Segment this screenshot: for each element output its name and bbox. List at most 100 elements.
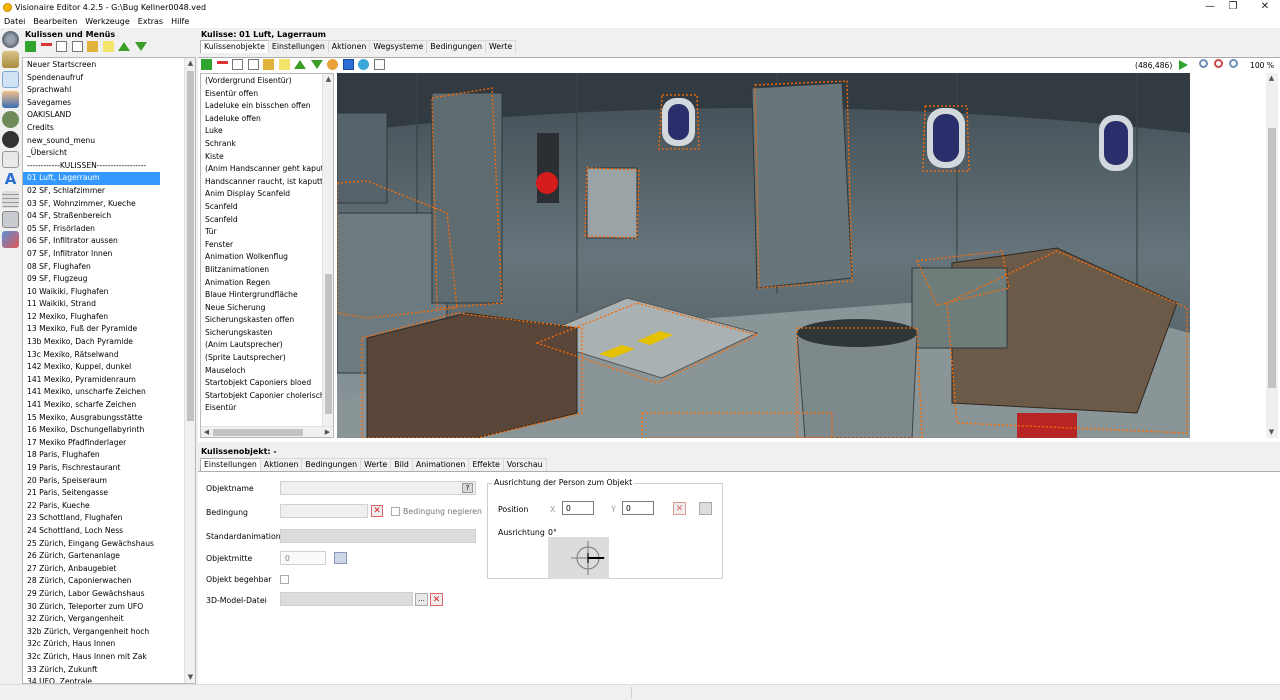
scene-object-item[interactable]: Ladeluke offen [201, 113, 333, 126]
objects-scroll-right[interactable]: ▶ [322, 427, 333, 437]
scene-object-item[interactable]: Startobjekt Caponier cholerisch [201, 390, 333, 403]
add-object-icon[interactable] [201, 59, 212, 70]
zoom-reset-icon[interactable] [1214, 59, 1223, 68]
canvas-scroll-up[interactable]: ▲ [1266, 73, 1277, 84]
pick-center-icon[interactable] [334, 552, 347, 564]
scene-list-item[interactable]: 24 Schottland, Loch Ness [23, 525, 195, 538]
object-copy-icon[interactable] [247, 59, 259, 70]
scene-list-item[interactable]: 23 Schottland, Flughafen [23, 512, 195, 525]
clear-condition-icon[interactable]: ✕ [371, 505, 383, 517]
negate-condition-checkbox[interactable] [391, 507, 400, 516]
clear-model-icon[interactable]: ✕ [430, 593, 443, 606]
menu-edit[interactable]: Bearbeiten [29, 15, 81, 26]
scene-list-item[interactable]: 01 Luft, Lagerraum [23, 172, 160, 185]
menu-file[interactable]: Datei [0, 15, 29, 26]
image-icon[interactable] [374, 59, 386, 70]
zoom-in-icon[interactable] [1199, 59, 1208, 68]
condition-select[interactable] [280, 504, 368, 518]
export-icon[interactable] [2, 231, 19, 248]
position-x-input[interactable]: 0 [562, 501, 594, 515]
scene-list-item[interactable]: 03 SF, Wohnzimmer, Kueche [23, 198, 195, 211]
scene-object-item[interactable]: Neue Sicherung [201, 302, 333, 315]
scene-list-item[interactable]: 142 Mexiko, Kuppel, dunkel [23, 361, 195, 374]
gamepad-icon[interactable] [2, 111, 19, 128]
scene-list-item[interactable]: 141 Mexiko, unscharfe Zeichen [23, 386, 195, 399]
scene-object-item[interactable]: Tür [201, 226, 333, 239]
list-icon[interactable] [2, 191, 19, 208]
menu-help[interactable]: Hilfe [167, 15, 193, 26]
scene-object-item[interactable]: Eisentür offen [201, 88, 333, 101]
help-icon[interactable]: ? [462, 483, 473, 493]
scene-object-item[interactable]: Sicherungskasten offen [201, 314, 333, 327]
scene-object-item[interactable]: (Anim Handscanner geht kaputt) [201, 163, 333, 176]
cursor-icon[interactable] [2, 151, 19, 168]
move-down-icon[interactable] [134, 42, 147, 51]
move-tool-icon[interactable] [358, 59, 370, 70]
tab-scene-objects[interactable]: Kulissenobjekte [200, 40, 269, 53]
scene-list-item[interactable]: 11 Waikiki, Strand [23, 298, 195, 311]
standard-animation-select[interactable] [280, 529, 476, 543]
scene-object-item[interactable]: Scanfeld [201, 201, 333, 214]
scenes-list-scrollbar[interactable]: ▲ ▼ [184, 58, 195, 683]
scene-list-item[interactable]: 13c Mexiko, Rätselwand [23, 349, 195, 362]
scene-object-item[interactable]: Sicherungskasten [201, 327, 333, 340]
scene-object-item[interactable]: Anim Display Scanfeld [201, 188, 333, 201]
scene-object-item[interactable]: Mauseloch [201, 365, 333, 378]
scene-list-item[interactable]: 141 Mexiko, scharfe Zeichen [23, 399, 195, 412]
remove-icon[interactable] [40, 43, 52, 46]
scene-list-item[interactable]: 21 Paris, Seitengasse [23, 487, 195, 500]
scenes-home-icon[interactable] [2, 71, 19, 88]
walkable-checkbox[interactable] [280, 575, 289, 584]
scene-list-item[interactable]: 33 Zürich, Zukunft [23, 664, 195, 677]
menu-tools[interactable]: Werkzeuge [81, 15, 133, 26]
move-up-icon[interactable] [118, 42, 131, 51]
scene-list-item[interactable]: 07 SF, Infiltrator Innen [23, 248, 195, 261]
scene-list-item[interactable]: 06 SF, Infiltrator aussen [23, 235, 195, 248]
objects-hscrollbar[interactable]: ◀ ▶ [201, 426, 333, 437]
scene-list-item[interactable]: 32c Zürich, Haus Innen [23, 638, 195, 651]
font-icon[interactable]: A [2, 171, 19, 188]
object-move-up-icon[interactable] [294, 60, 307, 69]
scene-list-item[interactable]: new_sound_menu [23, 135, 195, 148]
tab-scene-settings[interactable]: Einstellungen [267, 40, 329, 53]
scene-list-item[interactable]: 29 Zürich, Labor Gewächshaus [23, 588, 195, 601]
interface-icon[interactable] [2, 211, 19, 228]
scene-list-item[interactable]: 32b Zürich, Vergangenheit hoch [23, 626, 195, 639]
scene-list-item[interactable]: 30 Zürich, Teleporter zum UFO [23, 601, 195, 614]
remove-object-icon[interactable] [216, 61, 228, 64]
scene-list-item[interactable]: 13 Mexiko, Fuß der Pyramide [23, 323, 195, 336]
scroll-thumb[interactable] [187, 71, 194, 421]
tab-scene-actions[interactable]: Aktionen [327, 40, 371, 53]
settings-gear-icon[interactable] [2, 31, 19, 48]
tab-object-values[interactable]: Werte [360, 458, 392, 471]
scene-object-item[interactable]: Eisentür [201, 402, 333, 415]
paste-icon[interactable] [87, 41, 99, 52]
scene-object-item[interactable]: Handscanner raucht, ist kaputt [201, 176, 333, 189]
scene-list-item[interactable]: 22 Paris, Kueche [23, 500, 195, 513]
scene-objects-list[interactable]: (Vordergrund Eisentür) Eisentür offen Lade… [200, 73, 334, 438]
scene-list-item[interactable]: 16 Mexiko, Dschungellabyrinth [23, 424, 195, 437]
scene-list-item[interactable]: 12 Mexiko, Flughafen [23, 311, 195, 324]
scene-list-item[interactable]: 141 Mexiko, Pyramidenraum [23, 374, 195, 387]
scene-list-item[interactable]: 05 SF, Frisörladen [23, 223, 195, 236]
object-move-down-icon[interactable] [310, 60, 323, 69]
info-icon[interactable] [56, 41, 68, 52]
tab-object-preview[interactable]: Vorschau [502, 458, 547, 471]
scroll-down-arrow[interactable]: ▼ [185, 672, 195, 683]
restore-button[interactable]: ❐ [1216, 0, 1250, 15]
tab-object-settings[interactable]: Einstellungen [200, 458, 261, 471]
tab-scene-values[interactable]: Werte [485, 40, 517, 53]
scene-list-item[interactable]: Neuer Startscreen [23, 59, 195, 72]
object-folder-icon[interactable] [278, 59, 290, 70]
scene-object-item[interactable]: Blaue Hintergrundfläche [201, 289, 333, 302]
object-name-input[interactable] [280, 481, 476, 495]
object-center-input[interactable]: 0 [280, 551, 326, 565]
scene-list-item[interactable]: 04 SF, Straßenbereich [23, 210, 195, 223]
link-icon[interactable] [327, 59, 339, 70]
scene-list-item[interactable]: 08 SF, Flughafen [23, 261, 195, 274]
scene-object-item[interactable]: (Vordergrund Eisentür) [201, 75, 333, 88]
objects-hscroll-thumb[interactable] [213, 429, 303, 436]
tab-object-image[interactable]: Bild [390, 458, 413, 471]
add-icon[interactable] [25, 41, 36, 52]
scene-object-item[interactable]: Animation Regen [201, 277, 333, 290]
